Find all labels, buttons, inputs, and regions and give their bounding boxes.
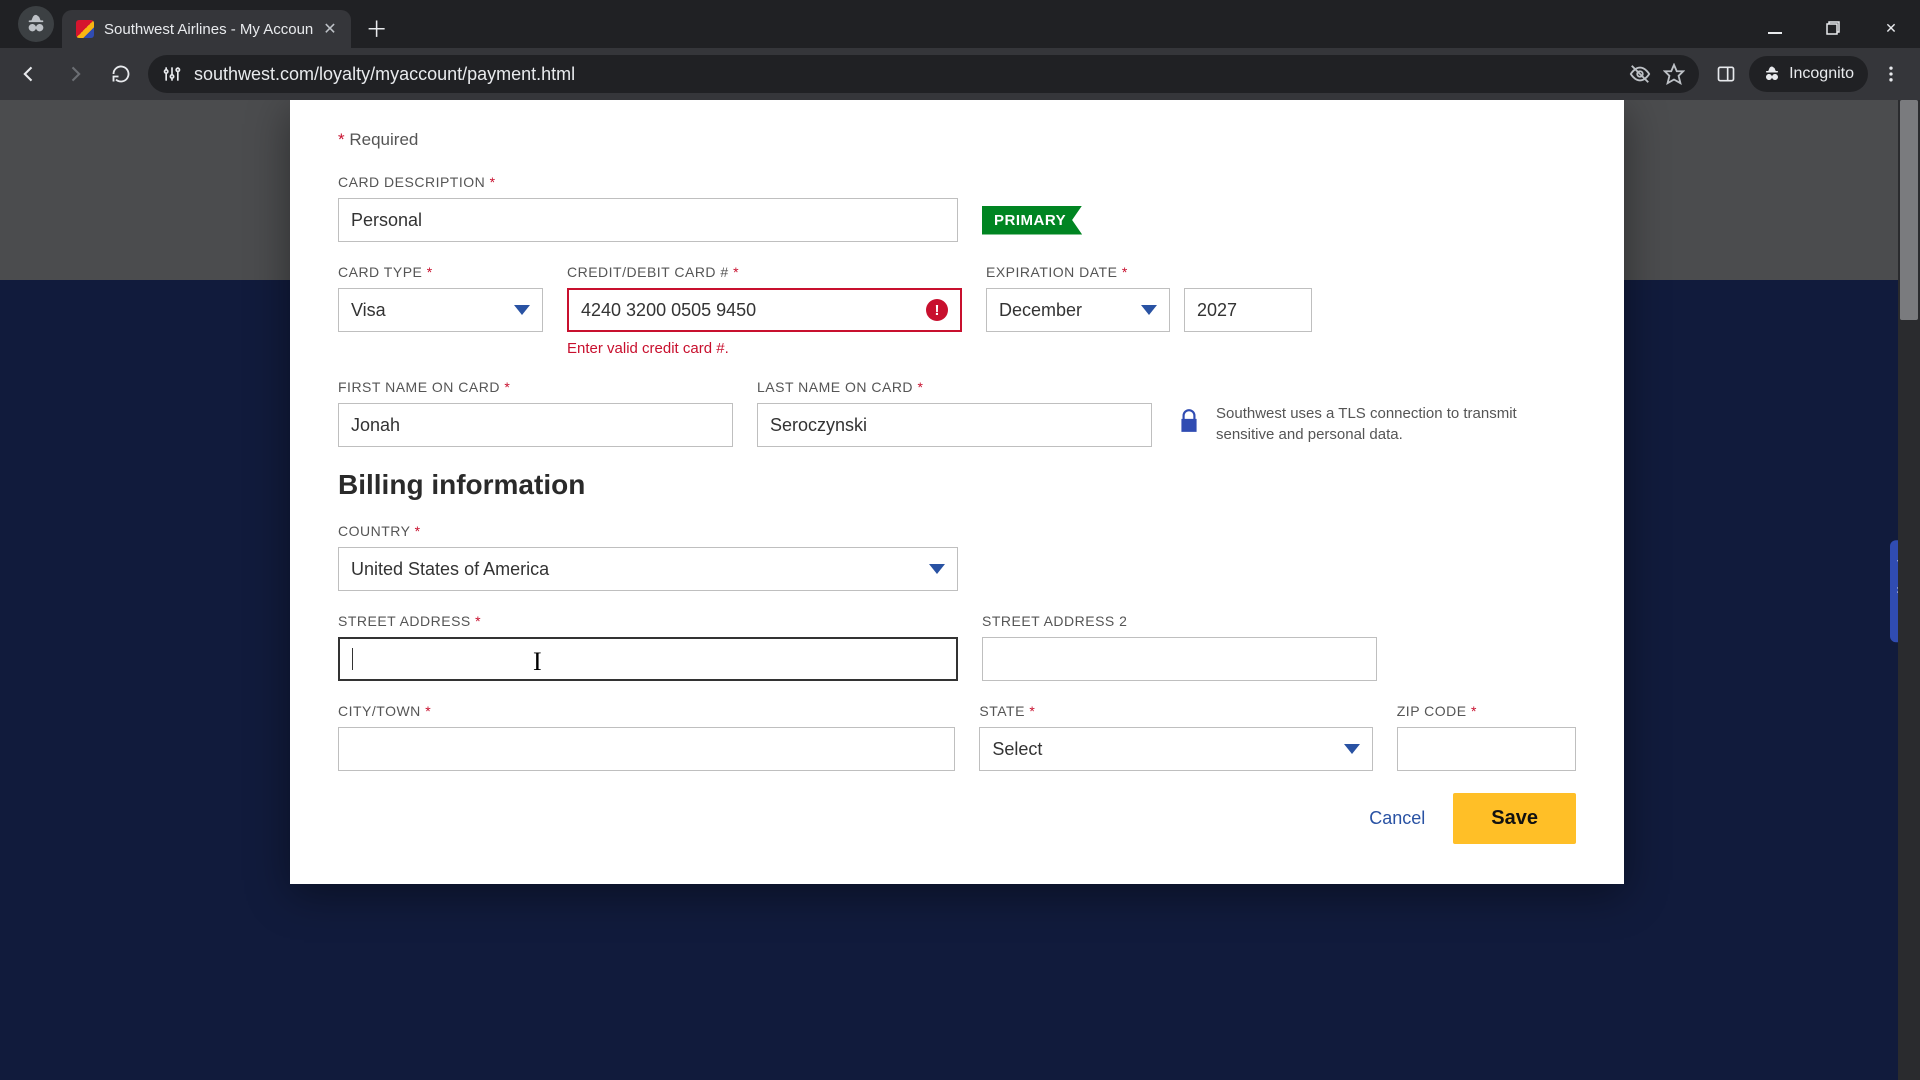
eye-off-icon[interactable] — [1629, 63, 1651, 85]
zip-input[interactable] — [1397, 727, 1576, 771]
first-name-label: FIRST NAME ON CARD * — [338, 379, 733, 395]
close-tab-icon[interactable]: ✕ — [323, 19, 336, 39]
vertical-scrollbar[interactable] — [1898, 100, 1920, 1080]
tls-note: Southwest uses a TLS connection to trans… — [1176, 403, 1536, 445]
card-type-select[interactable]: Visa — [338, 288, 543, 332]
maximize-button[interactable] — [1804, 8, 1862, 48]
city-label: CITY/TOWN * — [338, 703, 955, 719]
site-settings-icon[interactable] — [162, 64, 182, 84]
close-window-button[interactable]: ✕ — [1862, 8, 1920, 48]
tab-strip: Southwest Airlines - My Accoun ✕ ＋ — [0, 0, 393, 48]
incognito-icon — [18, 6, 54, 42]
expiration-year-input[interactable] — [1184, 288, 1312, 332]
street2-label: STREET ADDRESS 2 — [982, 613, 1377, 629]
chevron-down-icon — [514, 305, 530, 315]
country-label: COUNTRY * — [338, 523, 958, 539]
state-select[interactable]: Select — [979, 727, 1372, 771]
kebab-menu-icon[interactable] — [1872, 55, 1910, 93]
minimize-button[interactable] — [1746, 8, 1804, 48]
card-number-label: CREDIT/DEBIT CARD # * — [567, 264, 962, 280]
scrollbar-thumb[interactable] — [1900, 100, 1918, 320]
window-controls: ✕ — [1746, 8, 1920, 48]
primary-badge: PRIMARY — [982, 206, 1082, 235]
first-name-input[interactable] — [338, 403, 733, 447]
browser-toolbar: southwest.com/loyalty/myaccount/payment.… — [0, 48, 1920, 100]
last-name-input[interactable] — [757, 403, 1152, 447]
url-text: southwest.com/loyalty/myaccount/payment.… — [194, 64, 1617, 85]
browser-titlebar: Southwest Airlines - My Accoun ✕ ＋ ✕ — [0, 0, 1920, 48]
lock-icon — [1176, 408, 1202, 440]
chevron-down-icon — [929, 564, 945, 574]
chevron-down-icon — [1344, 744, 1360, 754]
incognito-chip[interactable]: Incognito — [1749, 56, 1868, 92]
street1-label: STREET ADDRESS * — [338, 613, 958, 629]
card-type-label: CARD TYPE * — [338, 264, 543, 280]
side-panel-icon[interactable] — [1707, 55, 1745, 93]
city-input[interactable] — [338, 727, 955, 771]
billing-heading: Billing information — [338, 469, 1576, 501]
last-name-label: LAST NAME ON CARD * — [757, 379, 1152, 395]
card-description-label: CARD DESCRIPTION * — [338, 174, 958, 190]
favicon-icon — [76, 20, 94, 38]
card-number-input[interactable]: ! — [567, 288, 962, 332]
tab-title: Southwest Airlines - My Accoun — [104, 21, 313, 38]
bookmark-star-icon[interactable] — [1663, 63, 1685, 85]
forward-button[interactable] — [56, 55, 94, 93]
street2-input[interactable] — [982, 637, 1377, 681]
country-select[interactable]: United States of America — [338, 547, 958, 591]
street1-input[interactable] — [338, 637, 958, 681]
expiration-month-select[interactable]: December — [986, 288, 1170, 332]
alert-icon: ! — [926, 299, 948, 321]
cancel-button[interactable]: Cancel — [1361, 798, 1433, 839]
new-tab-button[interactable]: ＋ — [361, 12, 393, 44]
incognito-label: Incognito — [1789, 65, 1854, 83]
form-actions: Cancel Save — [338, 793, 1576, 844]
reload-button[interactable] — [102, 55, 140, 93]
state-label: STATE * — [979, 703, 1372, 719]
page-viewport: * Required CARD DESCRIPTION * PRIMARY CA… — [0, 100, 1920, 1080]
card-number-error: Enter valid credit card #. — [567, 340, 962, 357]
card-description-input[interactable] — [338, 198, 958, 242]
back-button[interactable] — [10, 55, 48, 93]
save-button[interactable]: Save — [1453, 793, 1576, 844]
zip-label: ZIP CODE * — [1397, 703, 1576, 719]
payment-modal: * Required CARD DESCRIPTION * PRIMARY CA… — [290, 100, 1624, 884]
browser-tab[interactable]: Southwest Airlines - My Accoun ✕ — [62, 10, 351, 48]
required-note: * Required — [338, 130, 1576, 150]
address-bar[interactable]: southwest.com/loyalty/myaccount/payment.… — [148, 55, 1699, 93]
chevron-down-icon — [1141, 305, 1157, 315]
expiration-label: EXPIRATION DATE * — [986, 264, 1316, 280]
